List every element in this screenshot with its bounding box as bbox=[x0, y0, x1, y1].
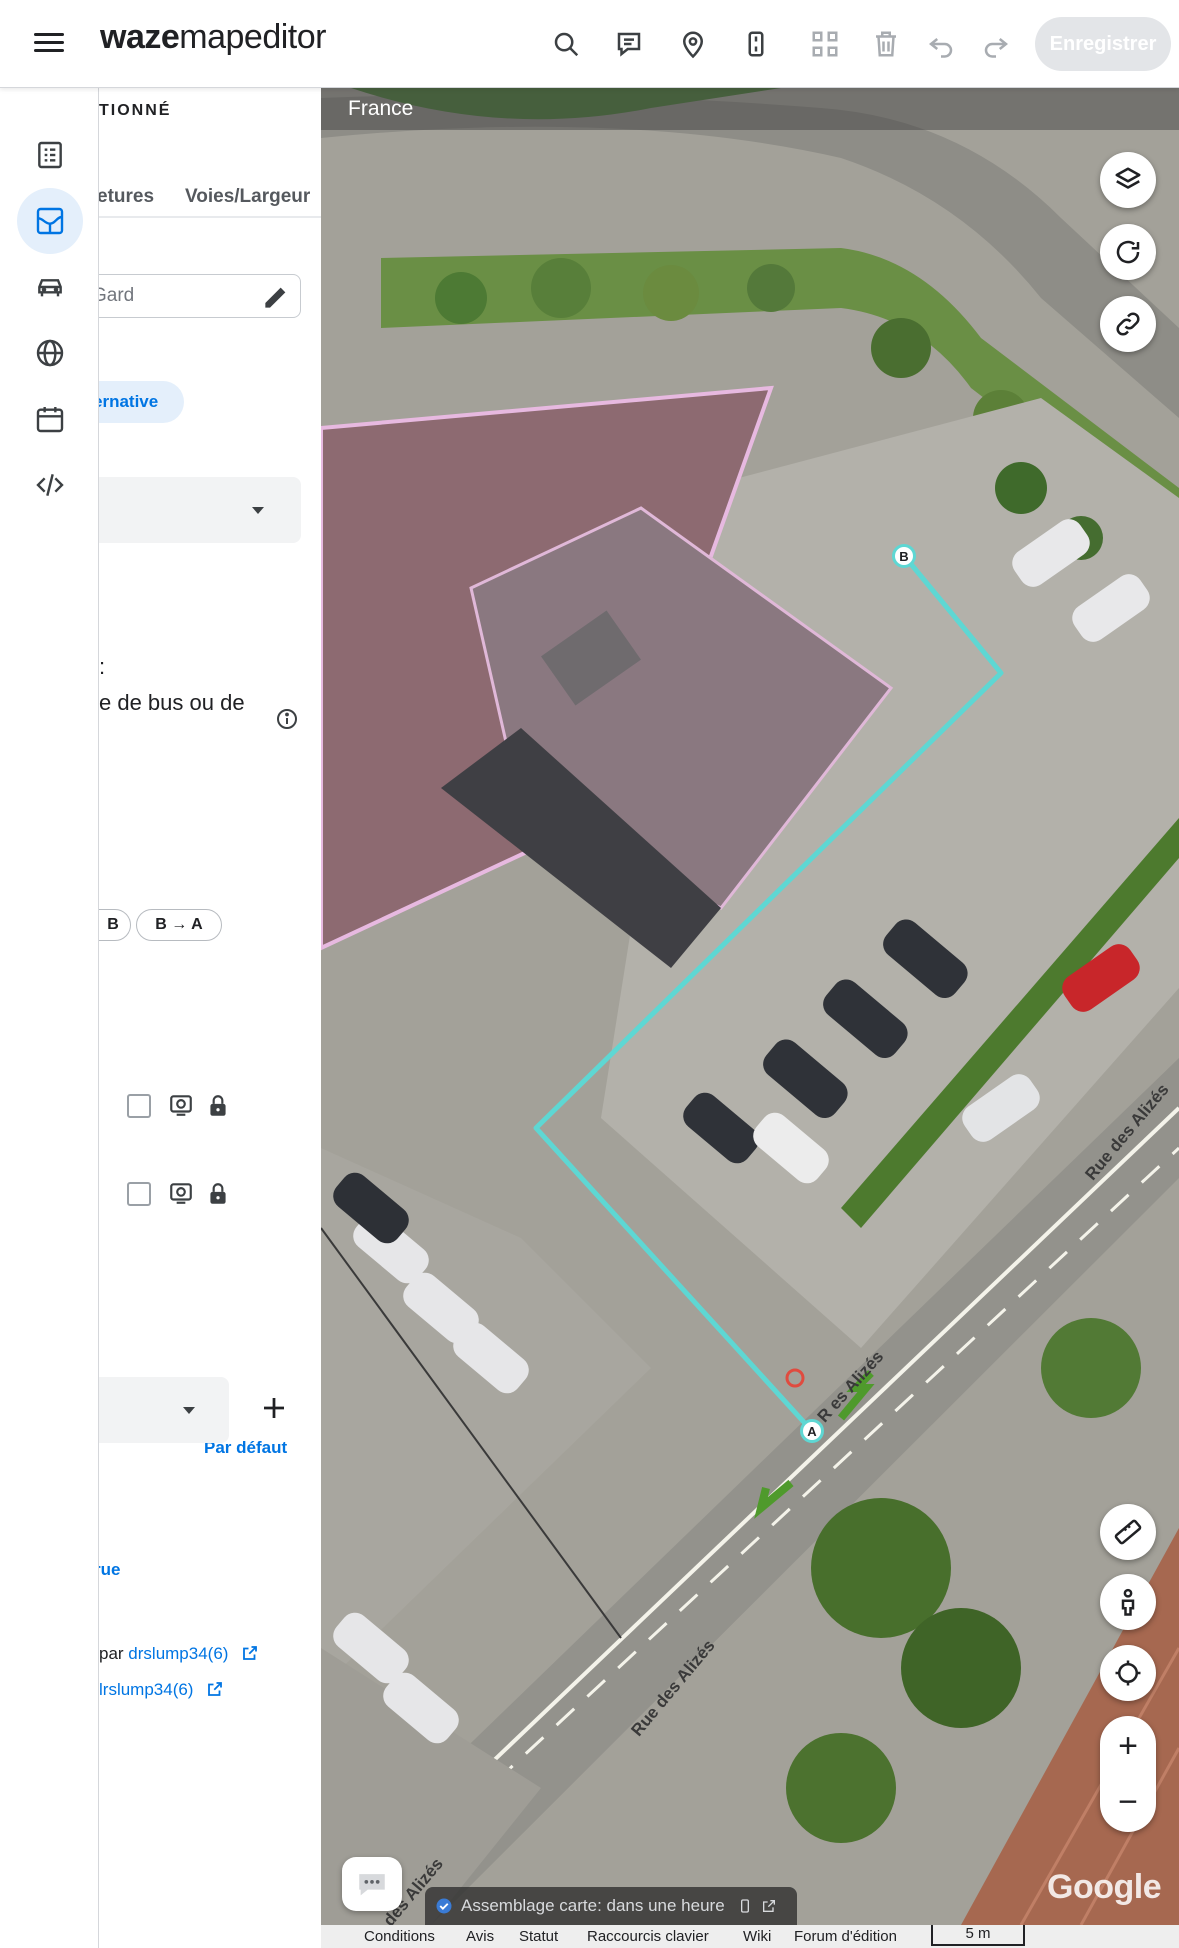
panel-tabs: etures Voies/Largeur bbox=[99, 174, 321, 218]
code-icon[interactable] bbox=[17, 452, 83, 518]
mobile-icon[interactable] bbox=[737, 1898, 753, 1914]
globe-icon[interactable] bbox=[17, 320, 83, 386]
tab-lanes[interactable]: Voies/Largeur bbox=[185, 186, 310, 208]
google-logo: Google bbox=[1047, 1868, 1162, 1906]
chevron-down-icon bbox=[183, 1407, 195, 1414]
footer-link-status[interactable]: Statut bbox=[519, 1928, 558, 1945]
street-link[interactable]: rue bbox=[99, 1560, 120, 1580]
updated-by-line: lrslump34(6) bbox=[99, 1680, 224, 1700]
delete-icon[interactable] bbox=[866, 24, 906, 64]
car-icon[interactable] bbox=[17, 254, 83, 320]
nav-rail bbox=[0, 88, 99, 1948]
camera-icon bbox=[170, 1183, 192, 1204]
street-name-field[interactable]: Gard bbox=[99, 274, 301, 318]
info-icon[interactable] bbox=[275, 707, 299, 731]
footer-link-wiki[interactable]: Wiki bbox=[743, 1928, 771, 1945]
external-link-icon[interactable] bbox=[241, 1644, 259, 1662]
segment-icon[interactable] bbox=[736, 24, 776, 64]
country-label: France bbox=[348, 97, 414, 120]
segment-node-b[interactable]: B bbox=[892, 544, 916, 568]
add-icon[interactable] bbox=[254, 1388, 294, 1428]
map-build-status: Assemblage carte: dans une heure bbox=[425, 1887, 797, 1925]
map-edit-icon[interactable] bbox=[17, 188, 83, 254]
app-logo: wazemapeditor bbox=[100, 18, 326, 56]
lock-level-select[interactable] bbox=[99, 1377, 229, 1443]
select-area-icon[interactable] bbox=[805, 24, 845, 64]
restriction-checkbox[interactable] bbox=[127, 1182, 151, 1206]
ruler-icon[interactable] bbox=[1100, 1504, 1156, 1560]
direction-a-to-b-chip[interactable]: B bbox=[99, 909, 131, 941]
zoom-out-icon[interactable]: − bbox=[1100, 1774, 1156, 1830]
map-scale: 5 m bbox=[931, 1925, 1025, 1946]
chat-icon[interactable] bbox=[342, 1857, 402, 1911]
edit-icon[interactable] bbox=[260, 281, 292, 313]
lock-icon bbox=[210, 1095, 226, 1116]
map-canvas[interactable]: France Rue des Alizés R es Alizés Rue de… bbox=[321, 88, 1179, 1925]
redo-icon[interactable] bbox=[976, 24, 1016, 64]
external-link-icon[interactable] bbox=[206, 1680, 224, 1698]
lock-icon bbox=[210, 1183, 226, 1204]
country-bar: France bbox=[321, 88, 1179, 130]
user-link[interactable]: drslump34(6) bbox=[128, 1644, 228, 1663]
created-by-line: par drslump34(6) bbox=[99, 1644, 259, 1664]
restriction-checkbox[interactable] bbox=[127, 1094, 151, 1118]
user-link[interactable]: lrslump34(6) bbox=[99, 1680, 193, 1699]
direction-b-to-a-chip[interactable]: B → A bbox=[136, 909, 222, 941]
zoom-controls: + − bbox=[1100, 1716, 1156, 1832]
segment-node-a[interactable]: A bbox=[800, 1419, 824, 1443]
locate-icon[interactable] bbox=[1100, 1645, 1156, 1701]
segment-panel: TIONNÉ etures Voies/Largeur Gard ernativ… bbox=[99, 88, 321, 1948]
footer-link-forum[interactable]: Forum d'édition bbox=[794, 1928, 897, 1945]
calendar-icon[interactable] bbox=[17, 386, 83, 452]
tab-restrictions[interactable]: etures bbox=[99, 186, 154, 208]
road-type-select[interactable] bbox=[99, 477, 301, 543]
footer-link-feedback[interactable]: Avis bbox=[466, 1928, 494, 1945]
refresh-icon[interactable] bbox=[1100, 224, 1156, 280]
external-link-icon[interactable] bbox=[761, 1898, 777, 1914]
street-view-icon[interactable] bbox=[1100, 1574, 1156, 1630]
satellite-imagery bbox=[321, 88, 1179, 1925]
place-icon[interactable] bbox=[673, 24, 713, 64]
footer: Conditions Avis Statut Raccourcis clavie… bbox=[321, 1925, 1179, 1948]
undo-icon[interactable] bbox=[921, 24, 961, 64]
chevron-down-icon bbox=[252, 507, 264, 514]
list-icon[interactable] bbox=[17, 122, 83, 188]
zoom-in-icon[interactable]: + bbox=[1100, 1718, 1156, 1774]
search-icon[interactable] bbox=[546, 24, 586, 64]
footer-link-shortcuts[interactable]: Raccourcis clavier bbox=[587, 1928, 709, 1945]
permalink-icon[interactable] bbox=[1100, 296, 1156, 352]
top-bar: wazemapeditor Enregistrer bbox=[0, 0, 1179, 88]
layers-icon[interactable] bbox=[1100, 152, 1156, 208]
camera-icon bbox=[170, 1095, 192, 1116]
save-button[interactable]: Enregistrer bbox=[1035, 17, 1171, 71]
alternative-name-chip[interactable]: ernative bbox=[99, 381, 184, 423]
comment-icon[interactable] bbox=[609, 24, 649, 64]
field-label: : bbox=[99, 654, 106, 679]
footer-link-conditions[interactable]: Conditions bbox=[364, 1928, 435, 1945]
check-circle-icon bbox=[436, 1898, 452, 1914]
panel-title: TIONNÉ bbox=[99, 102, 172, 119]
menu-icon[interactable] bbox=[30, 28, 68, 60]
bus-lane-label: e de bus ou de bbox=[99, 690, 245, 715]
